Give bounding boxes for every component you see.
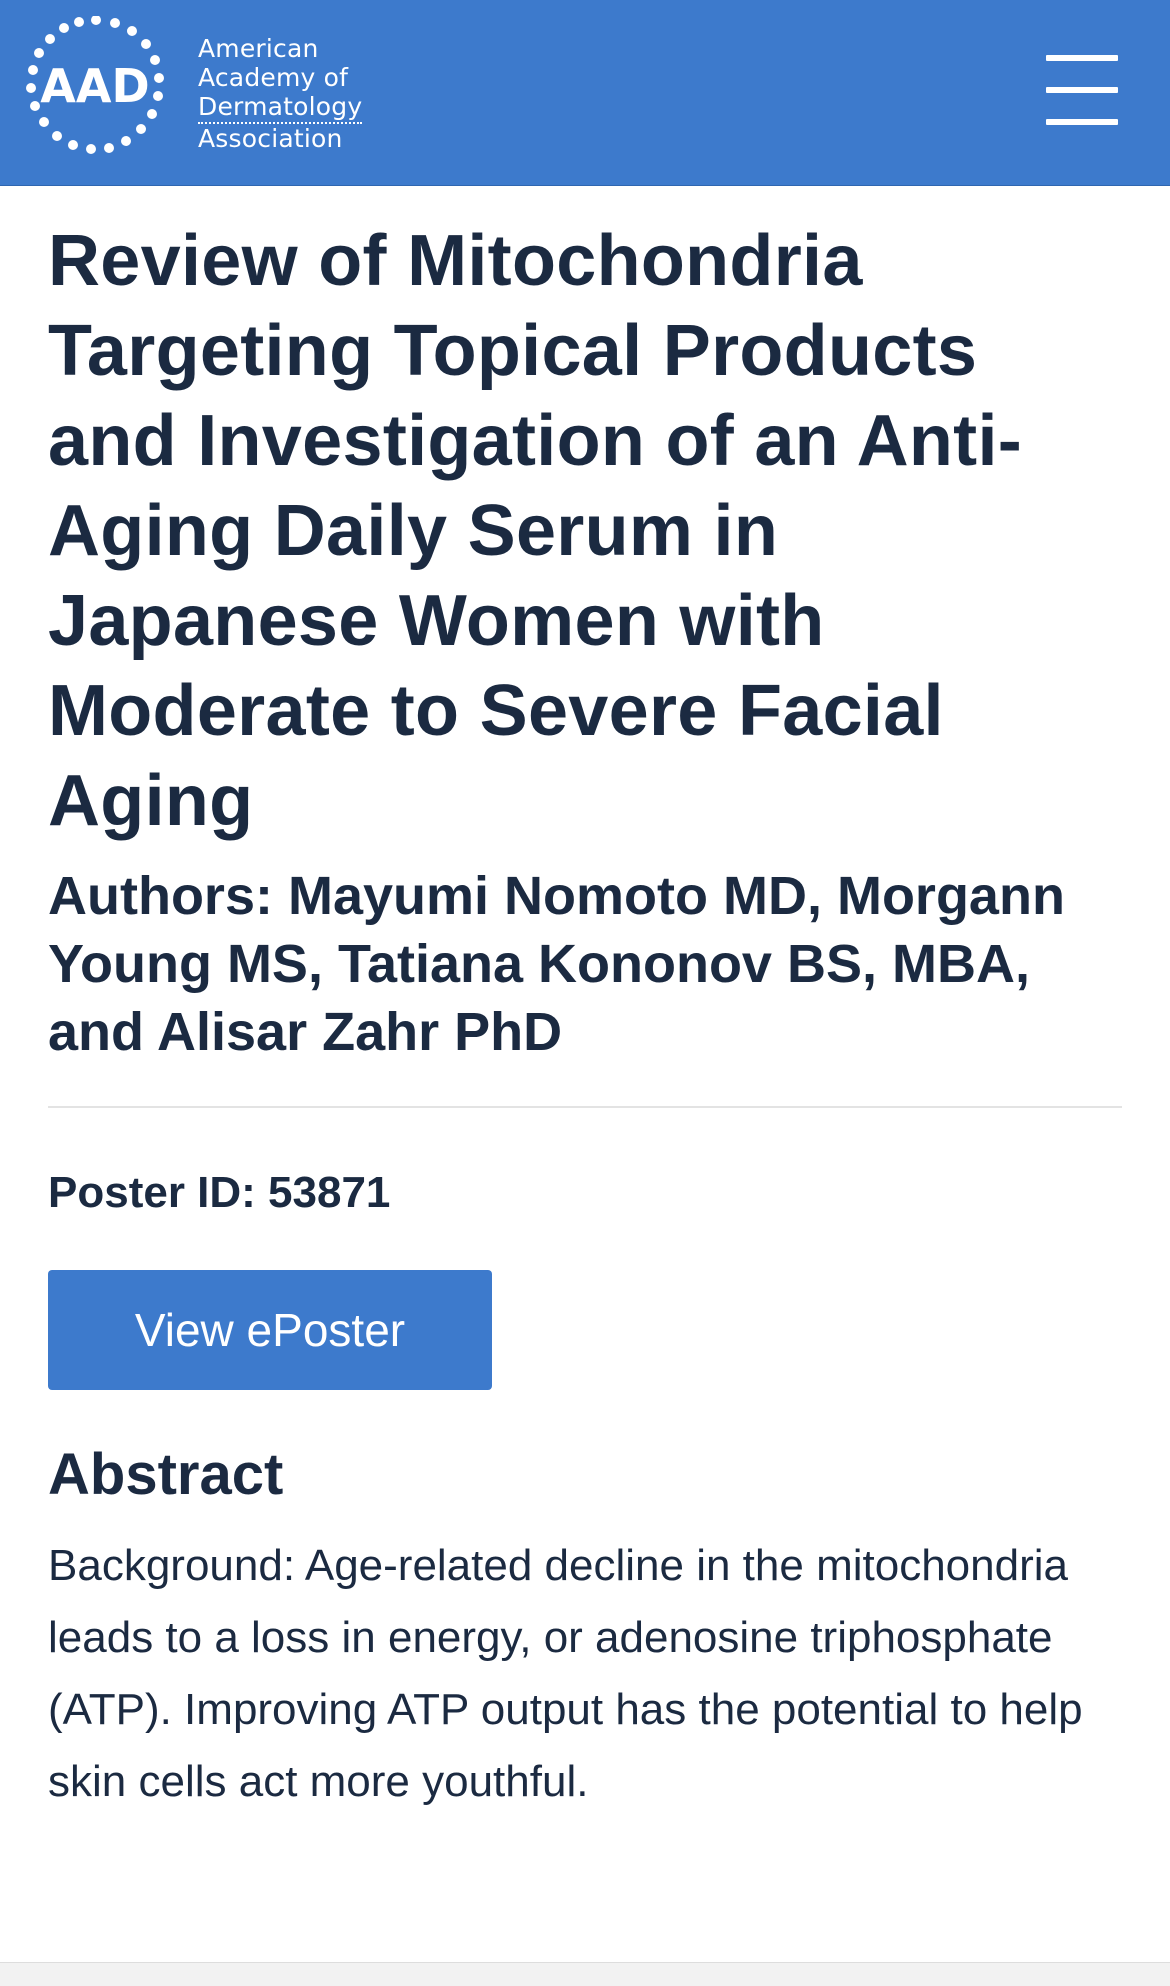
logo-mark-text: AAD xyxy=(40,59,149,113)
logo-line-3-text: Dermatology xyxy=(198,92,363,124)
article-authors: Authors: Mayumi Nomoto MD, Morgann Young… xyxy=(48,866,1065,1062)
hamburger-menu-icon[interactable] xyxy=(1044,55,1120,125)
poster-id: Poster ID: 53871 xyxy=(48,1168,391,1217)
logo-wordmark: American Academy of Dermatology Associat… xyxy=(198,34,363,153)
menu-bar-middle xyxy=(1046,87,1118,93)
abstract-heading: Abstract xyxy=(48,1442,284,1507)
section-divider xyxy=(48,1106,1122,1108)
site-header: AAD American Academy of Dermatology Asso… xyxy=(0,0,1170,186)
menu-bar-top xyxy=(1046,55,1118,61)
view-eposter-button[interactable]: View ePoster xyxy=(48,1270,492,1390)
logo-line-1: American xyxy=(198,34,319,63)
aad-logo[interactable]: AAD American Academy of Dermatology Asso… xyxy=(22,16,363,166)
article-title: Review of Mitochondria Targeting Topical… xyxy=(48,221,1023,841)
menu-bar-bottom xyxy=(1046,119,1118,125)
abstract-text: Background: Age-related decline in the m… xyxy=(48,1541,1083,1806)
browser-bottom-bar xyxy=(0,1962,1170,1986)
logo-line-4: Association xyxy=(198,124,343,153)
aad-seal-icon: AAD xyxy=(26,16,164,154)
article-content: Review of Mitochondria Targeting Topical… xyxy=(48,186,1122,1818)
logo-line-3: Dermatology xyxy=(198,92,363,124)
logo-line-2: Academy of xyxy=(198,63,349,92)
